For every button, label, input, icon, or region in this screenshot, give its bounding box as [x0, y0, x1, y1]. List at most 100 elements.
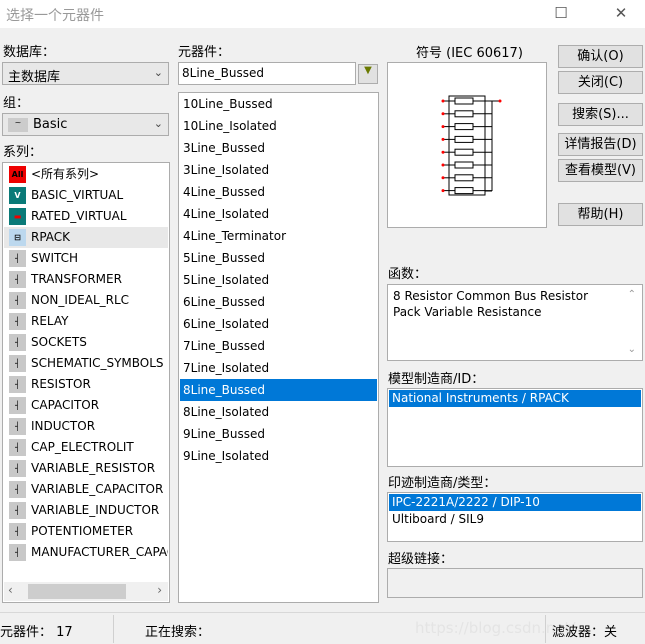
detail-report-button[interactable]: 详情报告(D)	[558, 133, 643, 156]
family-item[interactable]: ┤ RESISTOR	[4, 374, 168, 395]
list-item[interactable]: Ultiboard / SIL9	[389, 511, 641, 528]
hyperlink-label: 超级链接：	[388, 552, 454, 567]
resistor	[454, 135, 474, 143]
family-item[interactable]: ┤ MANUFACTURER_CAPACITOR	[4, 542, 168, 563]
component-item[interactable]: 10Line_Bussed	[180, 93, 377, 115]
view-model-button[interactable]: 查看模型(V)	[558, 159, 643, 182]
component-item[interactable]: 4Line_Terminator	[180, 225, 377, 247]
search-status: 正在搜索：	[145, 625, 211, 640]
pin	[441, 112, 445, 116]
component-item[interactable]: 9Line_Bussed	[180, 423, 377, 445]
list-item[interactable]: National Instruments / RPACK	[389, 390, 641, 407]
family-item[interactable]: All <所有系列>	[4, 164, 168, 185]
family-item[interactable]: ┤ SWITCH	[4, 248, 168, 269]
divider	[113, 615, 114, 643]
component-item[interactable]: 5Line_Isolated	[180, 269, 377, 291]
close-button[interactable]: 关闭(C)	[558, 71, 643, 94]
close-icon[interactable]: ✕	[606, 4, 636, 24]
sockets-icon: ┤	[9, 334, 26, 351]
family-item[interactable]: ┤ RELAY	[4, 311, 168, 332]
component-item[interactable]: 7Line_Isolated	[180, 357, 377, 379]
transformer-icon: ┤	[9, 271, 26, 288]
component-item[interactable]: 8Line_Bussed	[180, 379, 377, 401]
scroll-left-icon[interactable]: ‹	[8, 583, 13, 597]
component-item[interactable]: 8Line_Isolated	[180, 401, 377, 423]
family-item-label: RESISTOR	[31, 377, 91, 391]
function-textbox[interactable]: 8 Resistor Common Bus Resistor Pack Vari…	[387, 284, 643, 361]
resistor	[454, 97, 474, 105]
component-item[interactable]: 3Line_Bussed	[180, 137, 377, 159]
scroll-down-icon[interactable]: ⌄	[628, 342, 636, 358]
group-value: Basic	[33, 117, 68, 132]
rpack-icon: ⊟	[9, 229, 26, 246]
basic-group-icon: ~	[8, 118, 28, 132]
family-item-label: POTENTIOMETER	[31, 524, 134, 538]
hyperlink-field[interactable]	[387, 568, 643, 598]
component-item[interactable]: 4Line_Isolated	[180, 203, 377, 225]
family-item[interactable]: ┤ POTENTIOMETER	[4, 521, 168, 542]
list-item[interactable]: IPC-2221A/2222 / DIP-10	[389, 494, 641, 511]
family-item[interactable]: ┤ NON_IDEAL_RLC	[4, 290, 168, 311]
component-list[interactable]: 10Line_Bussed 10Line_Isolated 3Line_Bussed…	[178, 92, 379, 603]
family-item[interactable]: V BASIC_VIRTUAL	[4, 185, 168, 206]
ok-button[interactable]: 确认(O)	[558, 45, 643, 68]
scroll-right-icon[interactable]: ›	[157, 583, 162, 597]
pin	[441, 150, 445, 154]
component-item[interactable]: 5Line_Bussed	[180, 247, 377, 269]
scrollbar-thumb[interactable]	[28, 584, 126, 599]
pin	[441, 163, 445, 167]
component-value: 8Line_Bussed	[182, 66, 264, 80]
family-item[interactable]: ┤ VARIABLE_INDUCTOR	[4, 500, 168, 521]
family-item[interactable]: ┤ VARIABLE_CAPACITOR	[4, 479, 168, 500]
footprint-list[interactable]: IPC-2221A/2222 / DIP-10 Ultiboard / SIL9	[387, 492, 643, 542]
maximize-icon[interactable]: ☐	[546, 4, 576, 24]
family-item-label: RPACK	[31, 230, 71, 244]
component-item[interactable]: 9Line_Isolated	[180, 445, 377, 467]
family-label: 系列：	[3, 145, 43, 160]
resistor-icon: ┤	[9, 376, 26, 393]
model-manufacturer-label: 模型制造商/ID：	[388, 372, 485, 387]
component-item[interactable]: 6Line_Bussed	[180, 291, 377, 313]
database-select[interactable]: 主数据库 ⌄	[2, 62, 169, 85]
family-item-label: <所有系列>	[31, 167, 100, 181]
group-select[interactable]: ~ Basic ⌄	[2, 113, 169, 136]
help-button[interactable]: 帮助(H)	[558, 203, 643, 226]
divider	[545, 615, 546, 643]
component-item[interactable]: 10Line_Isolated	[180, 115, 377, 137]
filter-button[interactable]: ▼	[358, 64, 378, 84]
component-item[interactable]: 7Line_Bussed	[180, 335, 377, 357]
model-manufacturer-list[interactable]: National Instruments / RPACK	[387, 388, 643, 467]
title-bar: 选择一个元器件 ☐ ✕	[0, 0, 645, 28]
resistor	[454, 110, 474, 118]
family-item[interactable]: ┤ CAP_ELECTROLIT	[4, 437, 168, 458]
function-text: 8 Resistor Common Bus Resistor Pack Vari…	[393, 289, 589, 319]
switch-icon: ┤	[9, 250, 26, 267]
component-item[interactable]: 6Line_Isolated	[180, 313, 377, 335]
component-input[interactable]: 8Line_Bussed	[178, 62, 356, 85]
variable-capacitor-icon: ┤	[9, 481, 26, 498]
family-item[interactable]: ┤ INDUCTOR	[4, 416, 168, 437]
scroll-up-icon[interactable]: ⌃	[628, 287, 636, 303]
family-item-label: SWITCH	[31, 251, 79, 265]
family-item[interactable]: ┤ VARIABLE_RESISTOR	[4, 458, 168, 479]
family-item[interactable]: ┤ SOCKETS	[4, 332, 168, 353]
family-item-label: TRANSFORMER	[31, 272, 122, 286]
search-button[interactable]: 搜索(S)...	[558, 103, 643, 126]
non-ideal-rlc-icon: ┤	[9, 292, 26, 309]
family-list[interactable]: ┤ MANUFACTURER_CAPACITOR ┤ POTENTIOMETER ┤ VA…	[2, 162, 170, 603]
basic-virtual-icon: V	[9, 187, 26, 204]
family-item-label: RATED_VIRTUAL	[31, 209, 127, 223]
family-item[interactable]: ⊟ RPACK	[4, 227, 168, 248]
horizontal-scrollbar[interactable]: ‹ ›	[4, 582, 168, 601]
function-label: 函数：	[388, 267, 428, 282]
resistor	[454, 161, 474, 169]
family-item-label: BASIC_VIRTUAL	[31, 188, 124, 202]
family-item-label: SCHEMATIC_SYMBOLS	[31, 356, 164, 370]
component-item[interactable]: 4Line_Bussed	[180, 181, 377, 203]
family-item[interactable]: ┤ CAPACITOR	[4, 395, 168, 416]
family-item[interactable]: ▬ RATED_VIRTUAL	[4, 206, 168, 227]
status-bar: 元器件： 17 正在搜索： https://blog.csdn.net/ 滤波器…	[0, 612, 645, 644]
family-item[interactable]: ┤ TRANSFORMER	[4, 269, 168, 290]
family-item[interactable]: ┤ SCHEMATIC_SYMBOLS	[4, 353, 168, 374]
component-item[interactable]: 3Line_Isolated	[180, 159, 377, 181]
